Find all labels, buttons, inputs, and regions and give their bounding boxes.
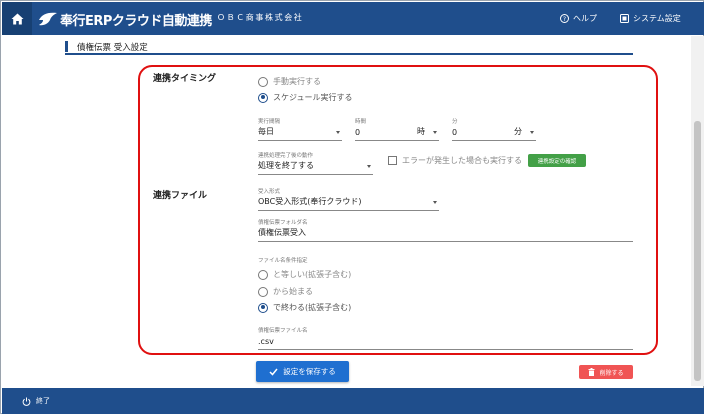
minute-select[interactable]: 分 0 分	[452, 117, 536, 141]
delete-label: 削除する	[599, 369, 624, 377]
app-logo[interactable]: 奉行ERPクラウド自動連携	[38, 8, 212, 30]
save-settings-label: 設定を保存する	[283, 367, 336, 376]
radio-starts-with[interactable]: から始まる	[258, 286, 313, 297]
top-bar: 奉行ERPクラウド自動連携 ＯＢＣ商事株式会社 ? ヘルプ システム設定	[2, 2, 704, 35]
radio-schedule-label: スケジュール実行する	[273, 93, 353, 102]
radio-ends-with[interactable]: で終わる(拡張子含む)	[258, 302, 351, 313]
radio-schedule[interactable]: スケジュール実行する	[258, 92, 352, 103]
exit-label: 終了	[36, 397, 50, 405]
scrollbar-thumb[interactable]	[694, 121, 701, 381]
home-button[interactable]	[2, 2, 32, 35]
hour-value: 0	[355, 128, 361, 137]
folder-name-value: 債権伝票受入	[258, 228, 306, 237]
after-action-label: 連携処理完了後の動作	[258, 153, 314, 159]
radio-starts-with-dot	[258, 286, 268, 297]
radio-ends-with-dot	[258, 302, 268, 313]
app-window: 奉行ERPクラウド自動連携 ＯＢＣ商事株式会社 ? ヘルプ システム設定 債権伝…	[0, 0, 704, 414]
radio-equals[interactable]: と等しい(拡張子含む)	[258, 269, 351, 280]
interval-label: 実行間隔	[258, 119, 281, 125]
hour-label: 時間	[355, 119, 367, 125]
footer-bar: 終了	[2, 388, 704, 414]
confirm-settings-button[interactable]: 連携設定の確認	[528, 154, 586, 167]
chevron-down-icon	[336, 131, 340, 134]
exit-button[interactable]: 終了	[22, 396, 50, 406]
company-name: ＯＢＣ商事株式会社	[217, 13, 304, 22]
filename-value: .csv	[258, 337, 274, 346]
filename-field[interactable]: 債権伝票ファイル名 .csv	[258, 326, 633, 350]
file-heading: 連携ファイル	[153, 191, 208, 201]
chevron-down-icon	[367, 165, 371, 168]
radio-manual[interactable]: 手動実行する	[258, 76, 321, 87]
radio-manual-dot	[258, 76, 268, 87]
chevron-down-icon	[433, 201, 437, 204]
run-on-error-checkbox[interactable]: エラーが発生した場合も実行する	[388, 155, 522, 166]
system-settings-link[interactable]: システム設定	[620, 13, 681, 24]
trash-icon	[588, 368, 595, 376]
help-label: ヘルプ	[573, 14, 597, 23]
checkbox-box	[388, 156, 397, 165]
format-value: OBC受入形式(奉行クラウド)	[258, 197, 362, 206]
hour-select[interactable]: 時間 0 時	[355, 117, 439, 141]
after-action-select[interactable]: 連携処理完了後の動作 処理を終了する	[258, 151, 373, 175]
power-icon	[22, 397, 31, 406]
format-select[interactable]: 受入形式 OBC受入形式(奉行クラウド)	[258, 187, 439, 211]
section-title: 債権伝票 受入設定	[65, 39, 633, 55]
save-settings-button[interactable]: 設定を保存する	[256, 361, 349, 382]
folder-name-field[interactable]: 債権伝票フォルダ名 債権伝票受入	[258, 218, 633, 242]
interval-value: 毎日	[258, 127, 274, 136]
radio-equals-label: と等しい(拡張子含む)	[273, 270, 352, 279]
radio-manual-label: 手動実行する	[273, 77, 321, 86]
filename-label: 債権伝票ファイル名	[258, 328, 308, 334]
radio-ends-with-label: で終わる(拡張子含む)	[273, 303, 352, 312]
filename-condition-label: ファイル名条件指定	[258, 258, 308, 264]
timing-heading: 連携タイミング	[153, 74, 217, 84]
minute-unit: 分	[514, 127, 522, 136]
minute-value: 0	[452, 128, 458, 137]
after-action-value: 処理を終了する	[258, 161, 314, 170]
chevron-down-icon	[433, 131, 437, 134]
folder-name-label: 債権伝票フォルダ名	[258, 220, 308, 226]
radio-equals-dot	[258, 269, 268, 280]
run-on-error-label: エラーが発生した場合も実行する	[402, 156, 522, 165]
logo-bird-icon	[39, 12, 57, 26]
check-icon	[269, 368, 278, 376]
home-icon	[11, 13, 23, 24]
section-title-text: 債権伝票 受入設定	[77, 43, 148, 53]
format-label: 受入形式	[258, 189, 281, 195]
system-settings-label: システム設定	[633, 14, 681, 23]
delete-button[interactable]: 削除する	[579, 365, 633, 379]
radio-starts-with-label: から始まる	[273, 287, 313, 296]
help-link[interactable]: ? ヘルプ	[560, 13, 597, 24]
section-title-bar	[65, 41, 68, 52]
minute-label: 分	[452, 119, 458, 125]
help-icon: ?	[560, 14, 569, 23]
chevron-down-icon	[530, 131, 534, 134]
logo-text: 奉行ERPクラウド自動連携	[60, 13, 212, 29]
svg-text:?: ?	[563, 16, 566, 23]
radio-schedule-dot	[258, 92, 268, 103]
hour-unit: 時	[417, 127, 425, 136]
interval-select[interactable]: 実行間隔 毎日	[258, 117, 342, 141]
settings-icon	[620, 14, 629, 23]
